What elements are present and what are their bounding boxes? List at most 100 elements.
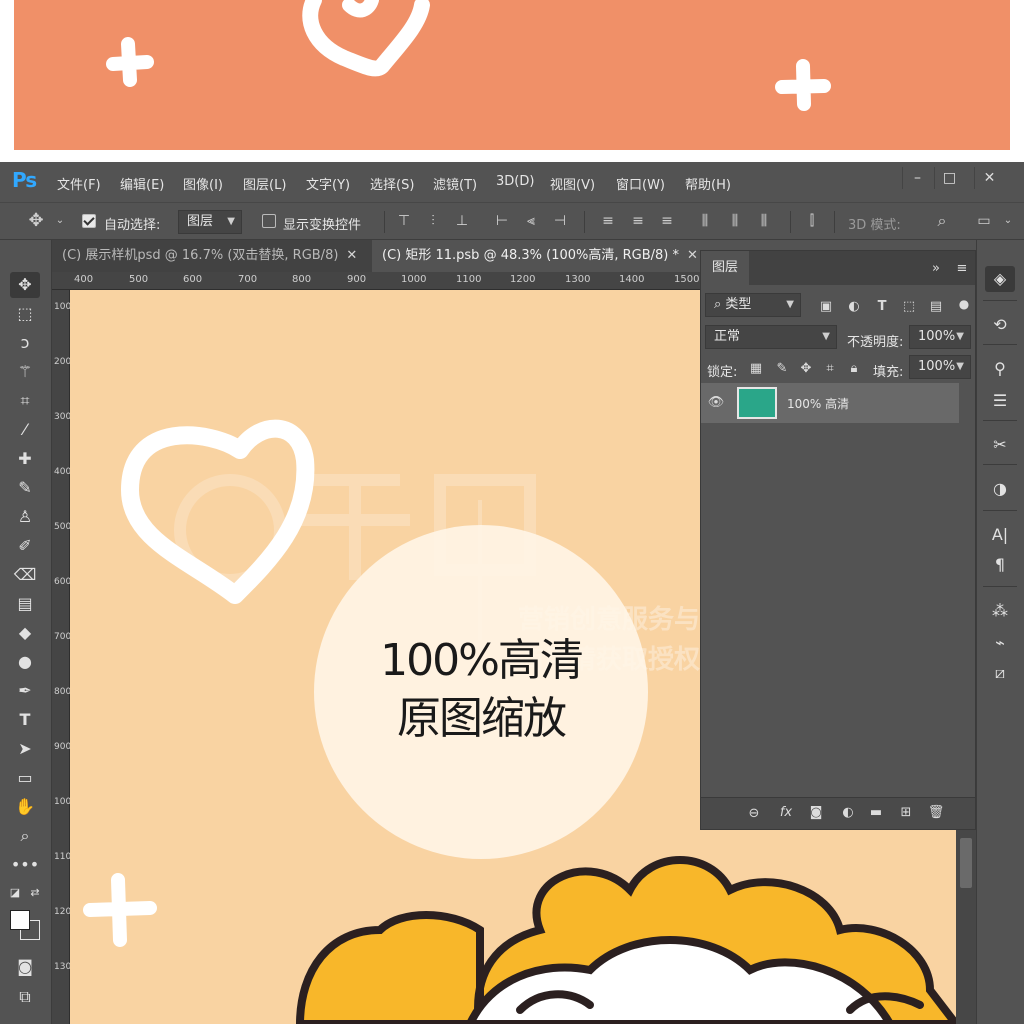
layer-filter-dropdown[interactable]: ⌕ 类型 ▼ [705,293,801,317]
align-left-icon[interactable]: ⊢ [494,213,510,229]
close-icon[interactable]: ✕ [346,248,357,263]
auto-align-icon[interactable]: ⫿ [804,213,820,229]
tab-mockup-psd[interactable]: (C) 展示样机psd @ 16.7% (双击替换, RGB/8) ✕ [52,240,370,272]
blend-mode-dropdown[interactable]: 正常 ▼ [705,325,837,349]
show-transform-checkbox[interactable] [262,214,276,228]
panel-menu-icon[interactable]: ≡ [953,261,971,276]
pen-icon[interactable]: ✒ [10,678,40,704]
type-icon[interactable]: T [10,707,40,733]
align-right-icon[interactable]: ⊣ [552,213,568,229]
filter-type-icon[interactable]: T [873,299,891,314]
tools-preset-icon[interactable]: ✂ [985,432,1015,458]
healing-brush-icon[interactable]: ✚ [10,446,40,472]
maximize-button[interactable]: □ [934,167,964,189]
paragraph-icon[interactable]: ¶ [985,552,1015,578]
marquee-icon[interactable]: ⬚ [10,301,40,327]
new-group-icon[interactable]: ▬ [867,805,885,820]
menu-window[interactable]: 窗口(W) [616,174,665,193]
eye-icon[interactable]: 👁︎ [707,395,725,410]
eraser-icon[interactable]: ⌫ [10,562,40,588]
align-bottom-icon[interactable]: ⊥ [454,213,470,229]
lasso-icon[interactable]: ↄ [10,330,40,356]
menu-filter[interactable]: 滤镜(T) [433,174,477,193]
distribute-top-icon[interactable]: ≡ [600,213,616,229]
align-top-icon[interactable]: ⊤ [396,213,412,229]
new-layer-icon[interactable]: ⊞ [897,805,915,820]
menu-layer[interactable]: 图层(L) [243,174,286,193]
filter-smart-object-icon[interactable]: ▤ [927,299,945,314]
brush-settings-icon[interactable]: ⚲ [985,356,1015,382]
align-vcenter-icon[interactable]: ⫶ [425,213,441,229]
distribute-hcenter-icon[interactable]: ⫼ [727,213,743,229]
menu-3d[interactable]: 3D(D) [496,174,534,189]
tab-rectangle-psb[interactable]: (C) 矩形 11.psb @ 48.3% (100%高清, RGB/8) * ✕ [372,240,700,272]
gradient-icon[interactable]: ▤ [10,591,40,617]
distribute-vcenter-icon[interactable]: ≡ [630,213,646,229]
menu-image[interactable]: 图像(I) [183,174,223,193]
filter-toggle-icon[interactable]: ● [955,297,973,311]
history-icon[interactable]: ⟲ [985,312,1015,338]
menu-file[interactable]: 文件(F) [57,174,101,193]
move-tool-icon[interactable]: ✥ [28,212,44,230]
magic-wand-icon[interactable]: ⚚ [10,359,40,385]
lock-all-icon[interactable]: 🔒︎ [845,361,863,376]
vertical-scrollbar[interactable] [956,830,976,1024]
eyedropper-icon[interactable]: ⁄ [10,417,40,443]
menu-type[interactable]: 文字(Y) [306,174,350,193]
character-icon[interactable]: A| [985,522,1015,548]
zoom-icon[interactable]: ⌕ [10,823,40,849]
menu-view[interactable]: 视图(V) [550,174,595,193]
tab-layers[interactable]: 图层 [701,251,749,285]
minimize-button[interactable]: – [902,167,932,189]
lock-transparent-icon[interactable]: ▦ [747,361,765,376]
brush-icon[interactable]: ✎ [10,475,40,501]
auto-select-checkbox[interactable] [82,214,96,228]
delete-layer-icon[interactable]: 🗑︎ [927,805,945,820]
new-adjustment-icon[interactable]: ◐ [839,805,857,820]
move-icon[interactable]: ✥ [10,272,40,298]
menu-select[interactable]: 选择(S) [370,174,414,193]
layers-icon[interactable]: ◈ [985,266,1015,292]
align-hcenter-icon[interactable]: ⫷ [523,213,539,229]
styles-icon[interactable]: ◑ [985,476,1015,502]
channels-icon[interactable]: ⁂ [985,598,1015,624]
menu-help[interactable]: 帮助(H) [685,174,731,193]
hand-icon[interactable]: ✋ [10,794,40,820]
path-select-icon[interactable]: ➤ [10,736,40,762]
close-window-button[interactable]: ✕ [974,167,1004,189]
filter-adjustment-icon[interactable]: ◐ [845,299,863,314]
dodge-icon[interactable]: ● [10,649,40,675]
history-brush-icon[interactable]: ✐ [10,533,40,559]
menu-edit[interactable]: 编辑(E) [120,174,164,193]
adjustments-icon[interactable]: ☰ [985,388,1015,414]
swap-colors-icon[interactable]: ⇄ [26,880,44,906]
fill-field[interactable]: 100% ▼ [909,355,971,379]
paths-icon[interactable]: ⌁ [985,630,1015,656]
lock-image-icon[interactable]: ✎ [773,361,791,376]
rectangle-icon[interactable]: ▭ [10,765,40,791]
clone-stamp-icon[interactable]: ♙ [10,504,40,530]
collapse-panel-icon[interactable]: » [927,261,945,276]
lock-artboard-icon[interactable]: ⌗ [821,361,839,376]
more-tools-icon[interactable]: ••• [10,852,40,878]
distribute-left-icon[interactable]: ⫼ [697,213,713,229]
auto-select-dropdown[interactable]: 图层 ▼ [178,210,242,234]
filter-shape-icon[interactable]: ⬚ [900,299,918,314]
search-icon[interactable]: ⌕ [934,213,950,229]
blur-icon[interactable]: ◆ [10,620,40,646]
crop-icon[interactable]: ⌗ [10,388,40,414]
quick-mask-icon[interactable]: ◙ [10,954,40,980]
screen-mode-icon[interactable]: ⧉ [10,984,40,1010]
distribute-bottom-icon[interactable]: ≡ [659,213,675,229]
link-layers-icon[interactable]: ⊖ [745,806,763,821]
foreground-color-swatch[interactable] [10,910,30,930]
chevron-down-icon[interactable]: ⌄ [1000,213,1016,229]
workspace-icon[interactable]: ▭ [976,213,992,229]
distribute-right-icon[interactable]: ⫼ [756,213,772,229]
default-colors-icon[interactable]: ◪ [6,880,24,906]
tool-preset-chevron-icon[interactable]: ⌄ [52,213,68,229]
lock-position-icon[interactable]: ✥ [797,361,815,376]
scrollbar-thumb[interactable] [960,838,972,888]
properties-icon[interactable]: ⧄ [985,660,1015,686]
layer-row[interactable]: 👁︎ 100% 高清 [701,383,959,423]
